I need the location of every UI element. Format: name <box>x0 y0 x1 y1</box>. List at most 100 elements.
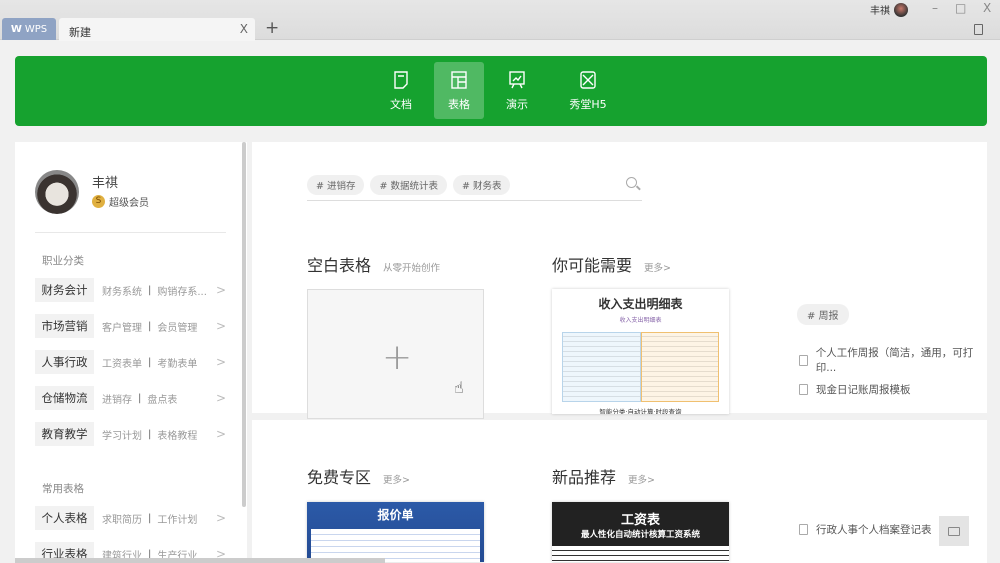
chevron-right-icon[interactable]: > <box>216 427 226 441</box>
new-blank-spreadsheet-button[interactable]: + ☝ <box>307 289 484 419</box>
category-link[interactable]: 财务系统 <box>102 283 142 298</box>
avatar-small <box>894 2 908 17</box>
category-logistics[interactable]: 仓储物流 进销存 | 盘点表 > <box>35 386 226 410</box>
membership-label: 超级会员 <box>109 198 149 209</box>
tab-label: 秀堂H5 <box>569 97 607 111</box>
category-label[interactable]: 教育教学 <box>35 422 94 446</box>
membership-badge[interactable]: S 超级会员 <box>92 194 149 209</box>
thumbnail-table <box>562 332 719 402</box>
category-link[interactable]: 求职简历 <box>102 511 142 526</box>
category-link[interactable]: 会员管理 <box>157 319 197 334</box>
more-link[interactable]: 更多> <box>644 260 671 274</box>
category-label[interactable]: 市场营销 <box>35 314 94 338</box>
horizontal-scrollbar[interactable] <box>15 558 385 563</box>
template-link[interactable]: 现金日记账周报模板 <box>799 382 911 397</box>
template-thumbnail-payroll[interactable]: 工资表 最人性化自动统计核算工资系统 <box>552 502 729 562</box>
user-avatar[interactable] <box>35 170 79 214</box>
category-link[interactable]: 进销存 <box>102 391 132 406</box>
category-link[interactable]: 工资表单 <box>102 355 142 370</box>
category-link[interactable]: 购销存系... <box>157 283 207 298</box>
wps-home-tab[interactable]: W WPS <box>2 18 56 40</box>
thumbnail-title: 收入支出明细表 <box>598 297 683 311</box>
category-link[interactable]: 客户管理 <box>102 319 142 334</box>
search-input-underline[interactable] <box>307 200 642 201</box>
thumbnail-table <box>552 546 729 562</box>
category-personal[interactable]: 个人表格 求职简历 | 工作计划 > <box>35 506 226 530</box>
template-link-label: 现金日记账周报模板 <box>816 384 911 396</box>
category-marketing[interactable]: 市场营销 客户管理 | 会员管理 > <box>35 314 226 338</box>
tab-spreadsheet[interactable]: 表格 <box>434 62 484 119</box>
category-label[interactable]: 个人表格 <box>35 506 94 530</box>
template-link-label: 行政人事个人档案登记表 <box>816 524 932 536</box>
category-finance[interactable]: 财务会计 财务系统 | 购销存系... > <box>35 278 226 302</box>
separator: | <box>148 284 152 296</box>
search-tag[interactable]: # 进销存 <box>307 175 365 195</box>
document-icon <box>394 70 408 89</box>
category-link[interactable]: 考勤表单 <box>157 355 197 370</box>
h5-icon <box>580 70 596 89</box>
section-subtitle: 从零开始创作 <box>383 263 441 274</box>
category-link[interactable]: 工作计划 <box>157 511 197 526</box>
category-label[interactable]: 人事行政 <box>35 350 94 374</box>
category-link[interactable]: 表格教程 <box>157 427 197 442</box>
section-title: 你可能需要 <box>552 256 633 275</box>
close-window-button[interactable]: X <box>983 1 991 15</box>
section-title-common: 常用表格 <box>42 483 84 495</box>
separator: | <box>148 356 152 368</box>
feedback-button[interactable] <box>939 516 969 546</box>
category-label[interactable]: 仓储物流 <box>35 386 94 410</box>
category-hr[interactable]: 人事行政 工资表单 | 考勤表单 > <box>35 350 226 374</box>
template-thumbnail-income-expense[interactable]: 收入支出明细表 收入支出明细表 智能分类·自动计算·时段查询 <box>552 289 729 414</box>
main-panel-bottom: 免费专区 更多> 报价单 新品推荐 更多> 工资表 最人性化自动统计核算工资系统 行政… <box>252 420 987 563</box>
tab-presentation[interactable]: 演示 <box>492 62 542 119</box>
sidebar-scrollbar[interactable] <box>242 142 246 507</box>
chevron-right-icon[interactable]: > <box>216 319 226 333</box>
new-tab-button[interactable]: + <box>265 18 279 38</box>
profile-name: 丰祺 <box>92 176 119 191</box>
app-type-bar: 文档 表格 演示 秀堂H5 <box>15 56 987 126</box>
chevron-right-icon[interactable]: > <box>216 283 226 297</box>
chevron-right-icon[interactable]: > <box>216 391 226 405</box>
weekly-report-tag[interactable]: # 周报 <box>797 304 849 325</box>
more-link[interactable]: 更多> <box>383 472 410 486</box>
search-tag[interactable]: # 数据统计表 <box>370 175 447 195</box>
tab-label: 文档 <box>390 97 412 111</box>
tab-label: 演示 <box>506 97 528 111</box>
separator: | <box>148 512 152 524</box>
minimize-button[interactable]: – <box>932 1 938 15</box>
search-icon[interactable] <box>626 177 637 188</box>
presentation-icon <box>509 70 525 88</box>
template-link[interactable]: 个人工作周报（简洁，通用，可打印... <box>799 345 987 375</box>
plus-icon: + <box>382 337 413 378</box>
tab-h5[interactable]: 秀堂H5 <box>550 62 626 119</box>
section-title: 新品推荐 <box>552 468 617 487</box>
sidebar: 丰祺 S 超级会员 职业分类 财务会计 财务系统 | 购销存系... > 市场营销 客户管理… <box>15 142 247 563</box>
tab-new[interactable]: 新建 X <box>59 18 255 41</box>
hand-cursor-icon: ☝ <box>454 378 464 397</box>
search-tag[interactable]: # 财务表 <box>452 175 511 195</box>
template-thumbnail-quotation[interactable]: 报价单 <box>307 502 484 562</box>
category-link[interactable]: 学习计划 <box>102 427 142 442</box>
thumbnail-title: 工资表 <box>620 513 660 528</box>
template-link[interactable]: 行政人事个人档案登记表 <box>799 522 932 537</box>
sidebar-toggle-icon[interactable] <box>974 24 983 35</box>
category-education[interactable]: 教育教学 学习计划 | 表格教程 > <box>35 422 226 446</box>
recommend-section-header: 你可能需要 更多> <box>552 252 671 276</box>
more-link[interactable]: 更多> <box>628 472 655 486</box>
file-icon <box>799 354 808 366</box>
category-link[interactable]: 盘点表 <box>147 391 177 406</box>
new-section-header: 新品推荐 更多> <box>552 464 655 488</box>
separator: | <box>148 320 152 332</box>
user-account[interactable]: 丰祺 <box>870 2 908 17</box>
maximize-button[interactable]: □ <box>955 1 966 15</box>
search-tags: # 进销存 # 数据统计表 # 财务表 <box>307 175 511 195</box>
tab-document[interactable]: 文档 <box>376 62 426 119</box>
category-label[interactable]: 财务会计 <box>35 278 94 302</box>
chevron-right-icon[interactable]: > <box>216 511 226 525</box>
username: 丰祺 <box>870 6 890 17</box>
close-tab-icon[interactable]: X <box>240 22 248 36</box>
blank-section-header: 空白表格 从零开始创作 <box>307 252 440 276</box>
thumbnail-subtitle: 收入支出明细表 <box>619 317 662 324</box>
chevron-right-icon[interactable]: > <box>216 355 226 369</box>
free-section-header: 免费专区 更多> <box>307 464 410 488</box>
